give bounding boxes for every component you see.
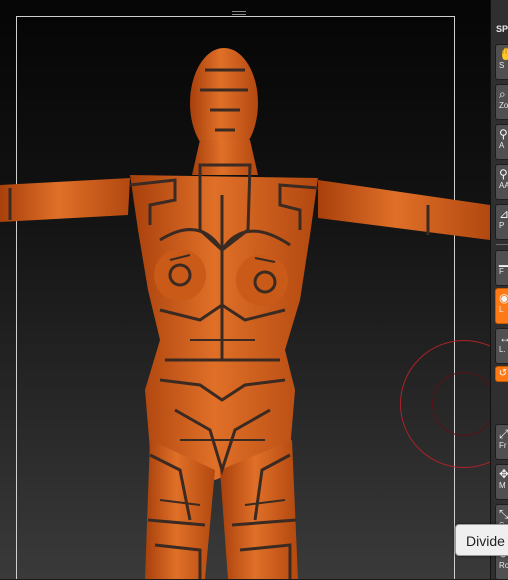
canvas-viewport[interactable] [0, 0, 490, 579]
divide-tooltip: Divide [455, 524, 508, 556]
aahalf-icon: ⚲ [499, 167, 508, 181]
neck [192, 140, 258, 175]
left-arm [0, 178, 130, 222]
frame-icon: ⤢ [499, 427, 508, 441]
right-breast [236, 254, 288, 306]
floor-button[interactable]: ▁ F [495, 250, 508, 286]
persp-label: P [499, 221, 505, 230]
frame-label: Fr [499, 441, 507, 450]
actual-label: A [499, 141, 505, 150]
actual-button[interactable]: ⚲ A [495, 124, 508, 160]
local-button[interactable]: ◉ L [495, 288, 508, 324]
actual-icon: ⚲ [499, 127, 508, 141]
move-icon: ✥ [499, 467, 508, 481]
rotate-toggle[interactable]: ↺ [495, 366, 508, 382]
hand-icon: ✋ [499, 47, 508, 61]
scroll-label: S [499, 61, 505, 70]
move-label: M [499, 481, 506, 490]
local-label: L [499, 305, 504, 314]
shelf-divider [496, 244, 508, 245]
torso [130, 175, 318, 480]
lsym-icon: ↔ [499, 331, 508, 345]
scroll-button[interactable]: ✋ S [495, 44, 508, 80]
shelf-section-label: SP [496, 24, 508, 34]
local-icon: ◉ [499, 291, 508, 305]
scale-icon: ⤡ [499, 507, 508, 521]
persp-icon: ⊿ [499, 207, 508, 221]
aahalf-button[interactable]: ⚲ AA [495, 164, 508, 200]
zoom-label: Zo [499, 101, 508, 110]
rotate-label: Ro [499, 561, 508, 570]
right-arm [318, 180, 490, 240]
brush-inner-ring [432, 372, 490, 436]
lsym-button[interactable]: ↔ L. [495, 328, 508, 364]
aahalf-label: AA [499, 181, 508, 190]
lsym-label: L. [499, 345, 506, 354]
zoom-icon: ⌕ [499, 87, 506, 101]
floor-label: F [499, 267, 504, 276]
move-button[interactable]: ✥ M [495, 464, 508, 500]
persp-button[interactable]: ⊿ P [495, 204, 508, 240]
frame-button[interactable]: ⤢ Fr [495, 424, 508, 460]
zoom-button[interactable]: ⌕ Zo [495, 84, 508, 120]
floor-icon: ▁ [499, 253, 508, 267]
sculpt-model[interactable] [0, 0, 490, 579]
